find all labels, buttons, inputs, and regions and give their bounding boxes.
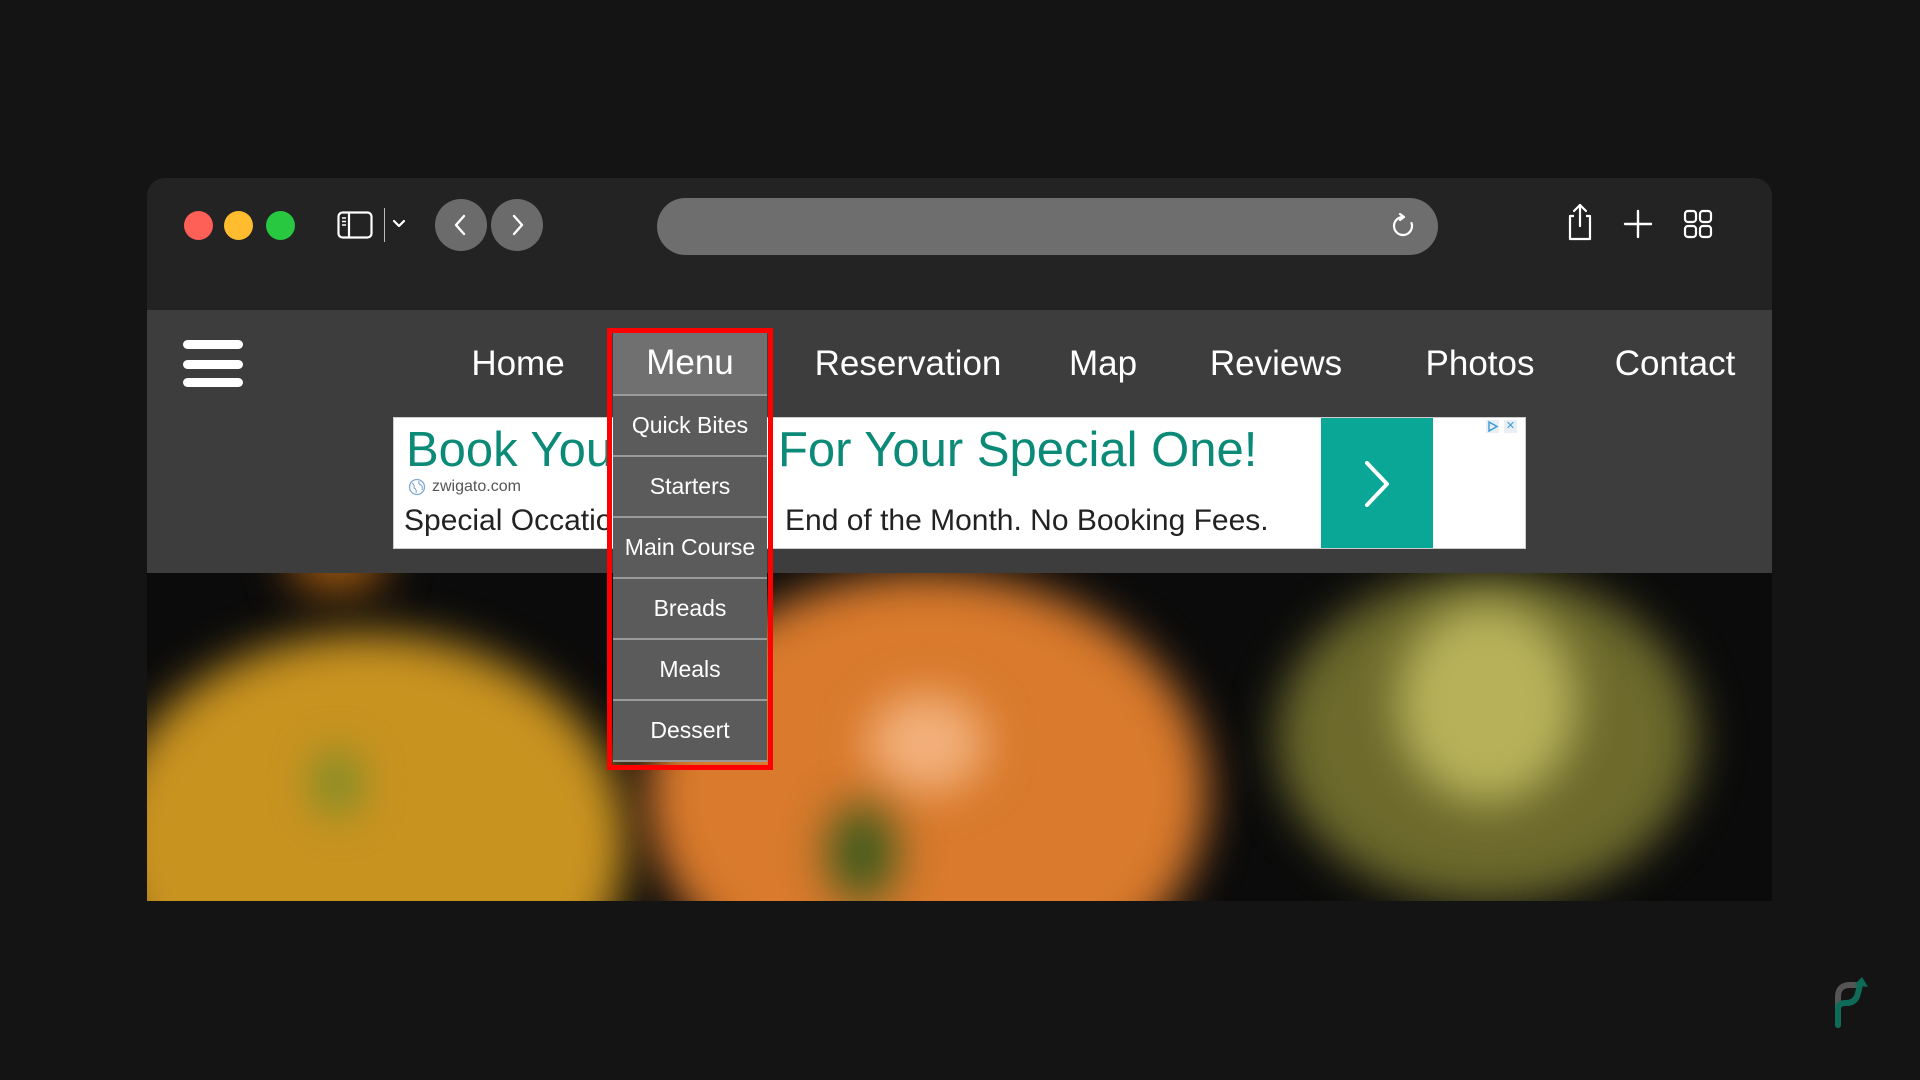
share-icon[interactable] [1562,202,1598,241]
ad-choices-icon[interactable] [1486,420,1499,433]
menu-item-breads[interactable]: Breads [613,579,767,640]
nav-item-contact[interactable]: Contact [1615,332,1736,396]
browser-window: Home Reservation Map Reviews Photos Cont… [147,178,1772,901]
nav-item-menu[interactable]: Menu [613,332,767,396]
menu-item-quick-bites[interactable]: Quick Bites [613,396,767,457]
ad-domain: zwigato.com [408,478,521,496]
ad-cta-button[interactable] [1321,418,1433,548]
ad-title-left[interactable]: Book You [406,422,613,478]
address-bar[interactable] [657,198,1438,255]
brand-logo-icon [1830,975,1870,1030]
nav-item-photos[interactable]: Photos [1426,332,1535,396]
nav-item-reservation[interactable]: Reservation [815,332,1002,396]
menu-item-main-course[interactable]: Main Course [613,518,767,579]
browser-toolbar [147,178,1772,310]
menu-item-dessert[interactable]: Dessert [613,701,767,762]
ad-domain-text: zwigato.com [432,478,521,495]
site-navigation: Home Reservation Map Reviews Photos Cont… [147,310,1772,573]
nav-item-map[interactable]: Map [1069,332,1137,396]
minimize-window-button[interactable] [224,211,253,240]
menu-item-meals[interactable]: Meals [613,640,767,701]
ad-description-right: End of the Month. No Booking Fees. [785,504,1269,537]
close-window-button[interactable] [184,211,213,240]
globe-icon [408,478,426,496]
nav-item-home[interactable]: Home [471,332,564,396]
tab-overview-grid-icon[interactable] [1680,206,1716,242]
reload-icon[interactable] [1390,212,1416,239]
maximize-window-button[interactable] [266,211,295,240]
chevron-down-icon[interactable] [390,213,408,235]
hero-food-image [147,573,1772,901]
menu-item-starters[interactable]: Starters [613,457,767,518]
ad-title-right[interactable]: For Your Special One! [778,422,1257,478]
back-icon [454,214,466,236]
ad-description-left: Special Occatio [404,504,613,537]
hamburger-menu-icon[interactable] [183,340,243,388]
ad-close-icon[interactable]: ✕ [1504,420,1517,433]
menu-dropdown: Menu Quick Bites Starters Main Course Br… [613,332,767,762]
forward-icon [512,214,524,236]
toolbar-divider [384,208,385,242]
forward-button[interactable] [491,199,543,251]
back-button[interactable] [435,199,487,251]
sidebar-icon[interactable] [337,211,373,239]
ad-banner[interactable]: Book You For Your Special One! zwigato.c… [393,417,1526,549]
new-tab-plus-icon[interactable] [1620,206,1656,242]
chevron-right-icon [1365,461,1389,507]
nav-item-reviews[interactable]: Reviews [1210,332,1342,396]
